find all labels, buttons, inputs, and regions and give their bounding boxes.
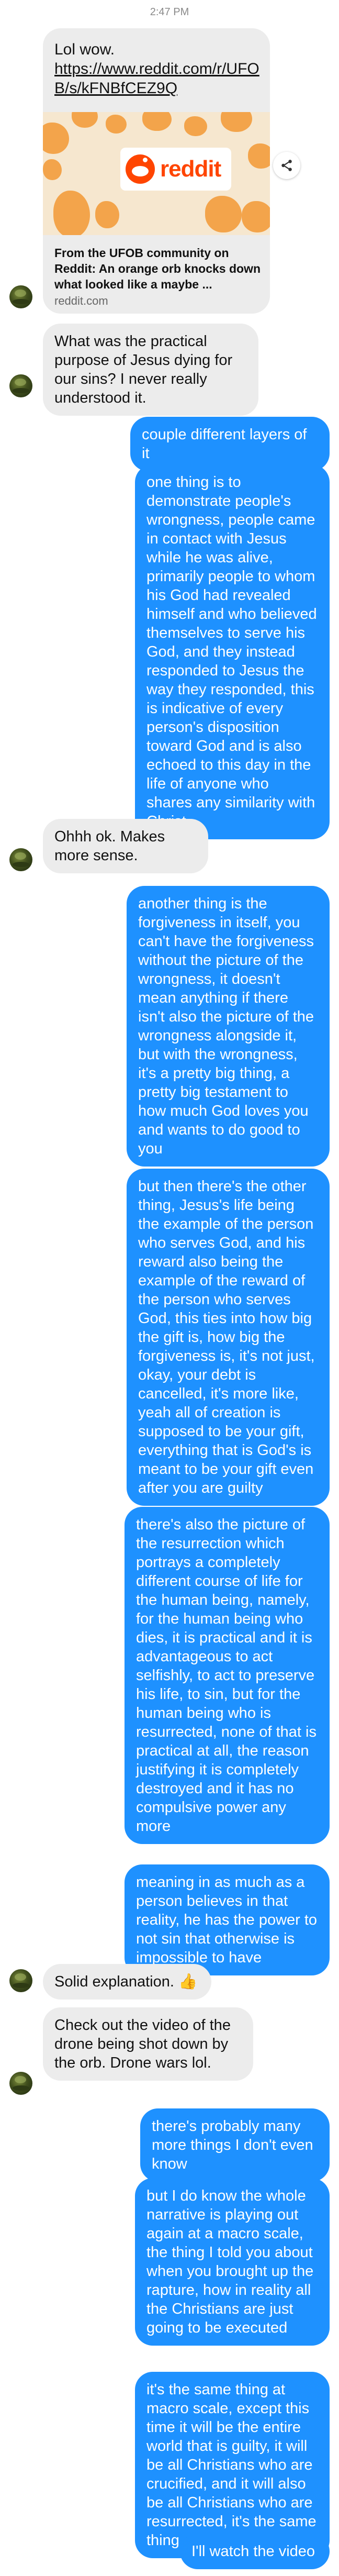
share-button[interactable] (273, 152, 300, 179)
message-bubble-outgoing[interactable]: but then there's the other thing, Jesus'… (127, 1169, 330, 1506)
share-icon (281, 160, 292, 171)
link-preview-card[interactable]: Lol wow. https://www.reddit.com/r/UFOB/s… (43, 28, 270, 314)
message-bubble-incoming[interactable]: Ohhh ok. Makes more sense. (43, 819, 208, 873)
message-bubble-outgoing[interactable]: one thing is to demonstrate people's wro… (135, 464, 330, 839)
link-url[interactable]: https://www.reddit.com/r/UFOB/s/kFNBfCEZ… (54, 60, 259, 97)
message-bubble-outgoing[interactable]: there's also the picture of the resurrec… (125, 1507, 330, 1844)
message-bubble-outgoing[interactable]: there's probably many more things I don'… (140, 2108, 330, 2182)
message-bubble-outgoing[interactable]: couple different layers of it (130, 417, 330, 471)
contact-avatar[interactable] (9, 374, 32, 397)
status-time: 2:47 PM (150, 6, 189, 18)
message-bubble-outgoing[interactable]: meaning in as much as a person believes … (125, 1864, 330, 1975)
contact-avatar[interactable] (9, 1969, 32, 1992)
link-message-text: Lol wow. (54, 41, 115, 58)
link-domain: reddit.com (54, 294, 108, 307)
message-bubble-outgoing[interactable]: but I do know the whole narrative is pla… (135, 2178, 330, 2346)
message-bubble-incoming[interactable]: Solid explanation. 👍 (43, 1964, 211, 2000)
contact-avatar[interactable] (9, 848, 32, 871)
message-bubble-incoming[interactable]: Check out the video of the drone being s… (43, 2007, 253, 2081)
reddit-snoo-icon (126, 154, 155, 184)
reddit-wordmark: reddit (160, 156, 221, 182)
message-bubble-outgoing[interactable]: I'll watch the video (180, 2534, 330, 2569)
link-title: From the UFOB community on Reddit: An or… (54, 246, 261, 291)
contact-avatar[interactable] (9, 2072, 32, 2095)
message-bubble-outgoing[interactable]: it's the same thing at macro scale, exce… (135, 2372, 330, 2558)
link-preview-image[interactable]: reddit (43, 112, 270, 235)
reddit-logo: reddit (120, 148, 231, 191)
message-bubble-outgoing[interactable]: another thing is the forgiveness in itse… (127, 886, 330, 1167)
contact-avatar[interactable] (9, 285, 32, 308)
message-bubble-incoming[interactable]: What was the practical purpose of Jesus … (43, 324, 258, 416)
